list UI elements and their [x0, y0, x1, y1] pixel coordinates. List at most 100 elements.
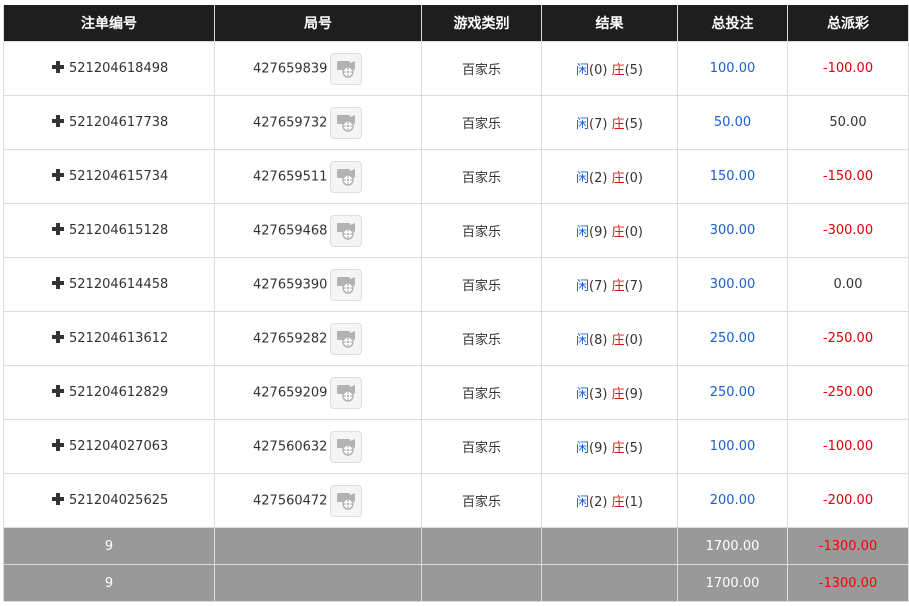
round-id: 427659390 — [253, 277, 328, 292]
table-body: 521204618498 427659839 百家乐 闲(0) 庄(5) 100… — [3, 41, 909, 528]
result-cell: 闲(3) 庄(9) — [541, 365, 678, 420]
result-cell: 闲(8) 庄(0) — [541, 311, 678, 366]
replay-button[interactable] — [330, 214, 363, 247]
header-result: 结果 — [541, 5, 678, 42]
replay-button[interactable] — [330, 322, 363, 355]
replay-button[interactable] — [330, 52, 363, 85]
order-id: 521204027063 — [69, 439, 169, 454]
player-score: (0) — [589, 63, 608, 78]
total-payout-cell: -300.00 — [787, 203, 909, 258]
player-score: (8) — [589, 333, 608, 348]
video-replay-icon — [337, 492, 356, 510]
video-replay-icon — [337, 438, 356, 456]
banker-label: 庄 — [611, 333, 625, 348]
game-type-cell: 百家乐 — [421, 41, 542, 96]
table-row: 521204027063 427560632 百家乐 闲(9) 庄(5) 100… — [3, 419, 909, 474]
round-id: 427560472 — [253, 493, 328, 508]
order-id-cell[interactable]: 521204614458 — [3, 257, 215, 312]
total-bet-cell: 200.00 — [677, 473, 788, 528]
table-row: 521204614458 427659390 百家乐 闲(7) 庄(7) 300… — [3, 257, 909, 312]
banker-score: (0) — [624, 225, 643, 240]
order-id-cell[interactable]: 521204025625 — [3, 473, 215, 528]
player-label: 闲 — [575, 171, 589, 186]
total-bet-cell: 100.00 — [677, 41, 788, 96]
order-id: 521204613612 — [69, 331, 169, 346]
result-cell: 闲(2) 庄(1) — [541, 473, 678, 528]
totals-empty-cell — [541, 564, 678, 602]
header-game-type: 游戏类别 — [421, 5, 542, 42]
round-id: 427659468 — [253, 223, 328, 238]
plus-icon[interactable] — [52, 115, 64, 127]
replay-button[interactable] — [330, 484, 363, 517]
order-id-cell[interactable]: 521204617738 — [3, 95, 215, 150]
totals-count: 9 — [3, 527, 215, 565]
plus-icon[interactable] — [52, 493, 64, 505]
total-bet-cell: 300.00 — [677, 203, 788, 258]
totals-count: 9 — [3, 564, 215, 602]
order-id-cell[interactable]: 521204615734 — [3, 149, 215, 204]
plus-icon[interactable] — [52, 61, 64, 73]
banker-label: 庄 — [611, 279, 625, 294]
game-type-cell: 百家乐 — [421, 473, 542, 528]
plus-icon[interactable] — [52, 385, 64, 397]
order-id-cell[interactable]: 521204027063 — [3, 419, 215, 474]
bet-records-table: 注单编号 局号 游戏类别 结果 总投注 总派彩 521204618498 427… — [3, 5, 909, 602]
banker-label: 庄 — [611, 495, 625, 510]
round-id: 427659209 — [253, 385, 328, 400]
order-id: 521204025625 — [69, 493, 169, 508]
replay-button[interactable] — [330, 376, 363, 409]
order-id-cell[interactable]: 521204612829 — [3, 365, 215, 420]
table-row: 521204613612 427659282 百家乐 闲(8) 庄(0) 250… — [3, 311, 909, 366]
round-id-cell: 427659732 — [214, 95, 422, 150]
banker-label: 庄 — [611, 171, 625, 186]
total-bet-cell: 150.00 — [677, 149, 788, 204]
replay-button[interactable] — [330, 268, 363, 301]
video-replay-icon — [337, 384, 356, 402]
order-id: 521204617738 — [69, 115, 169, 130]
round-id: 427659732 — [253, 115, 328, 130]
totals-empty-cell — [214, 564, 422, 602]
round-id-cell: 427659209 — [214, 365, 422, 420]
video-replay-icon — [337, 222, 356, 240]
total-bet-cell: 250.00 — [677, 365, 788, 420]
header-total-bet: 总投注 — [677, 5, 788, 42]
total-bet-cell: 250.00 — [677, 311, 788, 366]
plus-icon[interactable] — [52, 169, 64, 181]
total-bet-cell: 50.00 — [677, 95, 788, 150]
replay-button[interactable] — [330, 160, 363, 193]
banker-label: 庄 — [611, 63, 625, 78]
replay-button[interactable] — [330, 430, 363, 463]
table-row: 521204615734 427659511 百家乐 闲(2) 庄(0) 150… — [3, 149, 909, 204]
total-payout-cell: 50.00 — [787, 95, 909, 150]
plus-icon[interactable] — [52, 439, 64, 451]
banker-label: 庄 — [611, 441, 625, 456]
round-id-cell: 427560472 — [214, 473, 422, 528]
player-score: (7) — [589, 279, 608, 294]
order-id-cell[interactable]: 521204613612 — [3, 311, 215, 366]
plus-icon[interactable] — [52, 331, 64, 343]
order-id-cell[interactable]: 521204615128 — [3, 203, 215, 258]
totals-bet: 1700.00 — [677, 527, 788, 565]
round-id-cell: 427560632 — [214, 419, 422, 474]
plus-icon[interactable] — [52, 277, 64, 289]
replay-button[interactable] — [330, 106, 363, 139]
banker-score: (0) — [624, 333, 643, 348]
player-label: 闲 — [575, 387, 589, 402]
round-id: 427560632 — [253, 439, 328, 454]
player-label: 闲 — [575, 63, 589, 78]
order-id-cell[interactable]: 521204618498 — [3, 41, 215, 96]
total-payout-cell: 0.00 — [787, 257, 909, 312]
totals-empty-cell — [541, 527, 678, 565]
video-replay-icon — [337, 114, 356, 132]
table-row: 521204618498 427659839 百家乐 闲(0) 庄(5) 100… — [3, 41, 909, 96]
order-id: 521204612829 — [69, 385, 169, 400]
player-score: (9) — [589, 225, 608, 240]
player-label: 闲 — [575, 117, 589, 132]
result-cell: 闲(2) 庄(0) — [541, 149, 678, 204]
player-score: (7) — [589, 117, 608, 132]
result-cell: 闲(7) 庄(7) — [541, 257, 678, 312]
plus-icon[interactable] — [52, 223, 64, 235]
table-row: 521204617738 427659732 百家乐 闲(7) 庄(5) 50.… — [3, 95, 909, 150]
banker-score: (5) — [624, 117, 643, 132]
totals-payout: -1300.00 — [787, 527, 909, 565]
